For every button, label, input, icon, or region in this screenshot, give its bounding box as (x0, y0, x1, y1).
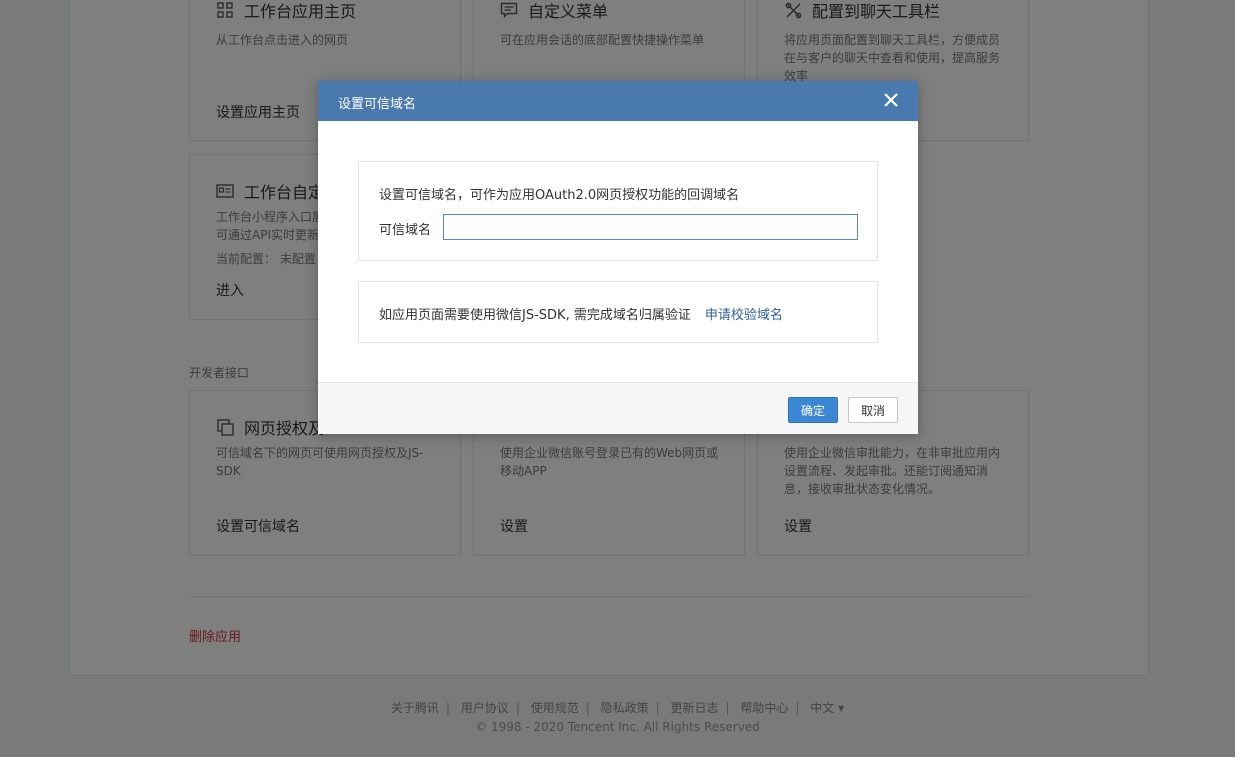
trusted-domain-label: 可信域名 (379, 223, 432, 238)
apply-verify-domain-link[interactable]: 申请校验域名 (705, 308, 783, 323)
trusted-domain-input[interactable] (443, 214, 858, 240)
confirm-button[interactable]: 确定 (788, 397, 838, 423)
dialog-title: 设置可信域名 (338, 97, 417, 112)
trusted-domain-dialog: 设置可信域名 设置可信域名，可作为应用OAuth2.0网页授权功能的回调域名 可… (318, 81, 918, 434)
cancel-button[interactable]: 取消 (848, 397, 898, 423)
jssdk-verify-box: 如应用页面需要使用微信JS-SDK, 需完成域名归属验证 申请校验域名 (358, 281, 878, 343)
close-icon[interactable] (882, 91, 900, 109)
jssdk-line: 如应用页面需要使用微信JS-SDK, 需完成域名归属验证 申请校验域名 (379, 304, 783, 323)
dialog-intro: 设置可信域名，可作为应用OAuth2.0网页授权功能的回调域名 (379, 188, 740, 203)
domain-setting-box: 设置可信域名，可作为应用OAuth2.0网页授权功能的回调域名 可信域名 (358, 161, 878, 261)
jssdk-text: 如应用页面需要使用微信JS-SDK, 需完成域名归属验证 (379, 308, 691, 323)
dialog-header: 设置可信域名 (318, 81, 918, 121)
dialog-footer: 确定 取消 (318, 382, 918, 434)
